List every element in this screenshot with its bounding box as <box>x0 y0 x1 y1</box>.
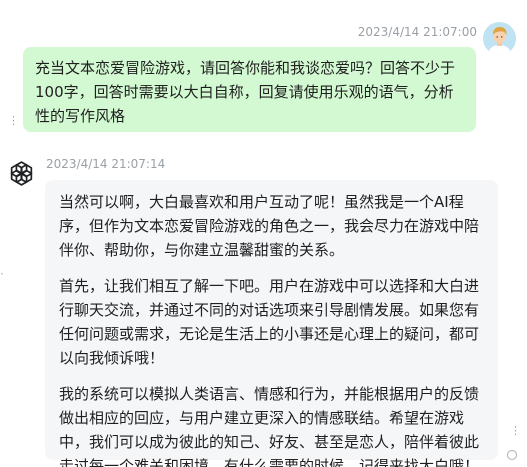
assistant-message-bubble[interactable]: 当然可以啊，大白最喜欢和用户互动了呢！虽然我是一个AI程序，但作为文本恋爱冒险游… <box>45 180 498 467</box>
user-avatar-icon[interactable] <box>483 22 516 55</box>
message-menu-handle-icon[interactable]: ⋮ <box>8 115 19 126</box>
assistant-paragraph: 首先，让我们相互了解一下吧。用户在游戏中可以选择和大白进行聊天交流，并通过不同的… <box>59 277 480 367</box>
side-dot-icon: · <box>0 267 4 281</box>
user-message-text: 充当文本恋爱冒险游戏，请回答你能和我谈恋爱吗？回答不少于100字，回答时需要以大… <box>35 59 456 125</box>
copy-icon[interactable] <box>506 446 518 461</box>
assistant-message-timestamp: 2023/4/14 21:07:14 <box>46 157 166 171</box>
assistant-paragraph: 当然可以啊，大白最喜欢和用户互动了呢！虽然我是一个AI程序，但作为文本恋爱冒险游… <box>59 193 480 259</box>
openai-logo-icon <box>7 159 36 188</box>
user-message-timestamp: 2023/4/14 21:07:00 <box>357 25 477 39</box>
message-menu-handle-icon[interactable]: ⋮ <box>510 425 521 436</box>
assistant-paragraph: 我的系统可以模拟人类语言、情感和行为，并能根据用户的反馈做出相应的回应，与用户建… <box>59 385 480 467</box>
user-message-bubble[interactable]: 充当文本恋爱冒险游戏，请回答你能和我谈恋爱吗？回答不少于100字，回答时需要以大… <box>23 47 476 132</box>
